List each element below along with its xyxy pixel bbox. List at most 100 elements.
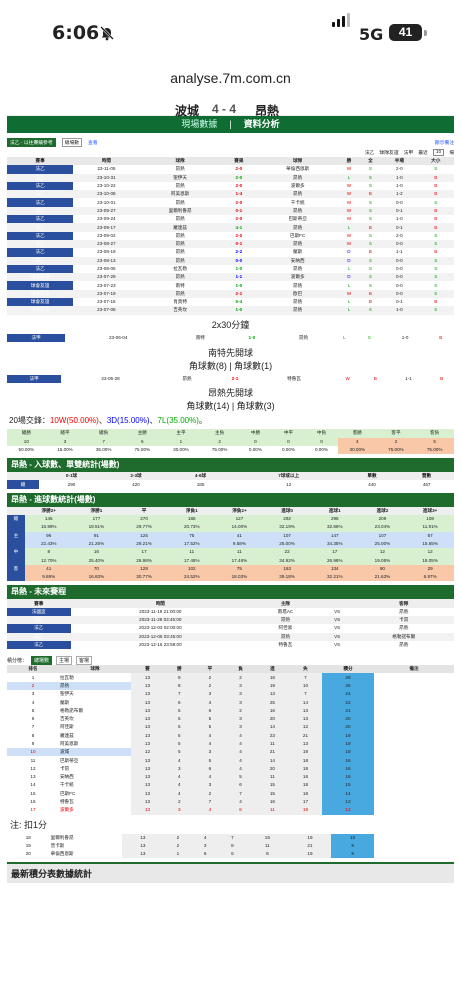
s2-cell: 17.46% bbox=[215, 556, 264, 565]
st-cell: 13 bbox=[288, 706, 322, 715]
s1-head-cell: 2-3球 bbox=[130, 473, 142, 479]
url-bar[interactable]: analyse.7m.com.cn bbox=[0, 62, 461, 94]
standings-row[interactable]: 2 昂熱 13 8 2 3 19 10 26 bbox=[7, 681, 454, 691]
st-note bbox=[374, 673, 454, 681]
standings-row[interactable]: 16 特魯瓦 13 2 7 4 16 17 13 bbox=[7, 797, 454, 807]
fixture-cell: VS bbox=[320, 615, 354, 625]
recent-matches-table: 賽事 時間 球隊 賽果 球隊勝全半場 大小 法乙 23-11-05 昂熱 2-0 華倫西恩斯 W S 2… bbox=[7, 157, 454, 315]
standings-tab-total[interactable]: 總場數 bbox=[31, 655, 53, 665]
st-cell: 8 bbox=[246, 850, 289, 859]
cell-5: D bbox=[338, 256, 360, 265]
st-cell: 4 bbox=[225, 797, 256, 807]
s2-cell: 108 bbox=[406, 515, 454, 524]
standings-row[interactable]: 15 巴斯FC 13 4 2 7 15 18 14 bbox=[7, 789, 454, 798]
match-row[interactable]: 球會友誼 23-07-23 南特 1-0 昂熱 L S 0-0 S bbox=[7, 281, 454, 290]
standings-row[interactable]: 10 波城 12 5 3 4 21 19 18 bbox=[7, 748, 454, 757]
s2-cell: 34.35% bbox=[310, 539, 359, 549]
match-row[interactable]: 法乙 23-09-27 里爾利魯昂 0-1 昂熱 W S 0-1 B bbox=[7, 206, 454, 216]
fixture-row[interactable]: 法乙 2023-12-06 03:45:00 昂熱 VS 格勒諾布爾 bbox=[7, 632, 454, 641]
match-row[interactable]: 法甲 23-06-04 南特 1-0 昂熱 L S 1-0 B bbox=[7, 333, 454, 342]
cell-2: 吉英坎 bbox=[139, 306, 221, 315]
s2-cell: 75 bbox=[215, 564, 264, 574]
match-row[interactable]: 法乙 23-09-24 昂熱 2-0 巴斯蒂亞 W S 1-0 B bbox=[7, 215, 454, 224]
standings-row[interactable]: 11 巴斯蒂亞 13 4 5 4 14 18 16 bbox=[7, 756, 454, 765]
cell-0: 法乙 bbox=[7, 215, 74, 224]
standings-row[interactable]: 7 阿佳斯 13 5 5 3 14 12 20 bbox=[7, 723, 454, 732]
standings-row[interactable]: 4 蘭斯 13 6 4 3 25 14 22 bbox=[7, 698, 454, 707]
match-row[interactable]: 球會友誼 23-07-08 吉英坎 1-0 昂熱 L S 1-0 S bbox=[7, 306, 454, 315]
match-row[interactable]: 法乙 23-10-01 昂熱 2-0 干卡統 W S 0-0 S bbox=[7, 198, 454, 207]
filter-row-1: 法乙 - 以往賽績參考 總場數 查看 顯示備注 bbox=[7, 137, 454, 147]
st-cell: 12 bbox=[130, 748, 164, 757]
match-row[interactable]: 法乙 23-08-27 昂熱 0-1 昂熱 W S 0-0 S bbox=[7, 239, 454, 249]
standings-row[interactable]: 17 波爾多 13 3 4 6 11 19 12 bbox=[7, 806, 454, 815]
st-cell: 5 bbox=[163, 706, 195, 715]
match-row[interactable]: 法乙 23-08-19 昂熱 2-2 蘭斯 D B 1-1 B bbox=[7, 248, 454, 257]
match-row[interactable]: 法乙 23-10-22 昂熱 2-0 波爾多 W S 1-0 B bbox=[7, 181, 454, 191]
cell-6: S bbox=[368, 266, 372, 271]
match-row[interactable]: 法乙 23-10-31 聖伊天 2-0 昂熱 L S 1-0 B bbox=[7, 173, 454, 182]
standings-row[interactable]: 1 拉瓦勒 13 9 2 2 16 7 29 bbox=[7, 673, 454, 682]
st-cell: 25 bbox=[255, 698, 289, 707]
odds-pct-cell: 0.00% bbox=[281, 446, 295, 452]
standings-row[interactable]: 12 卡昂 13 3 6 4 20 18 16 bbox=[7, 764, 454, 774]
standings-row[interactable]: 20 華倫西恩斯 13 1 6 6 8 19 9 bbox=[7, 850, 454, 859]
standings-row[interactable]: 5 格勒諾布爾 13 5 6 2 16 13 21 bbox=[7, 706, 454, 715]
st-cell: 21 bbox=[288, 731, 322, 740]
cell-1: 23-07-29 bbox=[73, 273, 140, 282]
cell-6: B bbox=[368, 249, 372, 255]
match-row[interactable]: 法乙 23-11-05 昂熱 2-0 華倫西恩斯 W S 2-0 S bbox=[7, 165, 454, 174]
match-row[interactable]: 球會友誼 23-07-16 肖莫特 5-4 昂熱 L B 0-1 B bbox=[7, 298, 454, 307]
match-row[interactable]: 法乙 23-08-13 昂熱 0-0 安納西 D S 0-0 S bbox=[7, 256, 454, 265]
cell-2: 昂熱 bbox=[175, 199, 185, 205]
st-cell: 18 bbox=[25, 834, 31, 840]
cell-3: 5-4 bbox=[235, 299, 243, 305]
filter-fra1[interactable]: 法甲 bbox=[404, 149, 414, 156]
filter-fra2[interactable]: 法乙 bbox=[365, 149, 375, 156]
s2-cell: 9.86% bbox=[24, 573, 73, 582]
filter-friendly[interactable]: 球隊友誼 bbox=[379, 149, 398, 156]
standings-row[interactable]: 18 里爾利魯昂 13 2 4 7 15 19 10 bbox=[7, 833, 454, 842]
st-cell: 3 bbox=[225, 723, 256, 732]
standings-tab-away[interactable]: 客場 bbox=[76, 655, 93, 665]
fixture-row[interactable]: 法乙 2023-12-16 23:59:00 特魯瓦 VS 昂熱 bbox=[7, 640, 454, 650]
st-cell: 20 bbox=[321, 723, 374, 732]
match-row[interactable]: 法乙 23-09-17 羅連茲 4-1 昂熱 L B 0-1 B bbox=[7, 223, 454, 232]
battery-tip bbox=[424, 30, 427, 36]
st-head-cell: 進 bbox=[270, 666, 275, 672]
match-row[interactable]: 法乙 23-09-02 昂熱 2-0 巴斯FC W S 2-0 S bbox=[7, 231, 454, 240]
standings-row[interactable]: 13 安納西 13 4 4 5 11 16 16 bbox=[7, 773, 454, 782]
cell-8: 2-0 bbox=[396, 166, 403, 172]
standings-row[interactable]: 8 羅連茲 13 5 4 4 23 21 19 bbox=[7, 731, 454, 740]
fixture-row[interactable]: 法乙 2023-11-28 03:45:00 昂熱 VS 卡昂 bbox=[7, 615, 454, 625]
fixture-row[interactable]: 法國盃 2023-11-18 21:00:00 南塔AC VS 昂熱 bbox=[7, 607, 454, 616]
filter-view[interactable]: 查看 bbox=[88, 139, 98, 146]
match-row[interactable]: 法乙 23-10-08 阿美恩斯 1-4 昂熱 W B 1-2 B bbox=[7, 190, 454, 199]
st-cell: 華倫西恩斯 bbox=[50, 851, 74, 857]
standings-row[interactable]: 6 吉英坎 13 5 5 3 20 13 20 bbox=[7, 714, 454, 724]
show-notes-check[interactable]: 顯示備注 bbox=[435, 139, 454, 146]
standings-row[interactable]: 14 干卡統 13 4 3 6 15 18 15 bbox=[7, 781, 454, 790]
cell-9: S bbox=[434, 166, 438, 172]
filter-count[interactable]: 10 bbox=[432, 148, 445, 156]
standings-row[interactable]: 9 阿美恩斯 13 5 4 4 11 13 19 bbox=[7, 739, 454, 749]
standings-row[interactable]: 3 聖伊天 13 7 3 3 13 7 24 bbox=[7, 690, 454, 699]
st-cell: 18 bbox=[288, 789, 322, 798]
history-filter[interactable]: 法乙 - 以往賽績參考 bbox=[7, 137, 56, 147]
filter-total[interactable]: 總場數 bbox=[61, 137, 83, 147]
match-row[interactable]: 球會友誼 23-07-19 昂熱 2-1 歐巴 W B 0-0 S bbox=[7, 289, 454, 299]
standings-tab-home[interactable]: 主場 bbox=[56, 655, 73, 665]
st-note bbox=[374, 690, 454, 698]
cell-3: 2-0 bbox=[235, 216, 243, 222]
team-b: 昂熱 bbox=[255, 104, 280, 118]
match-row[interactable]: 法乙 23-08-06 拉瓦勒 1-0 昂熱 L S 0-0 S bbox=[7, 264, 454, 274]
match-row[interactable]: 球會友誼 23-07-29 昂熱 1-1 波爾多 D S 0-0 S bbox=[7, 273, 454, 282]
st-cell: 9 bbox=[331, 850, 374, 859]
cell-8: 0-1 bbox=[396, 299, 403, 305]
match-row[interactable]: 法甲 23-05-28 昂熱 2-1 特魯瓦 W B 1-1 B bbox=[7, 374, 454, 384]
st-cell: 7 bbox=[225, 789, 256, 798]
cell-1: 23-05-28 bbox=[101, 376, 120, 382]
fixture-row[interactable]: 法乙 2023-12-03 02:00:00 阿佳索 VS 昂熱 bbox=[7, 624, 454, 633]
standings-row[interactable]: 19 普卡斯 13 2 3 8 11 21 9 bbox=[7, 841, 454, 851]
st-cell: 13 bbox=[130, 806, 164, 815]
